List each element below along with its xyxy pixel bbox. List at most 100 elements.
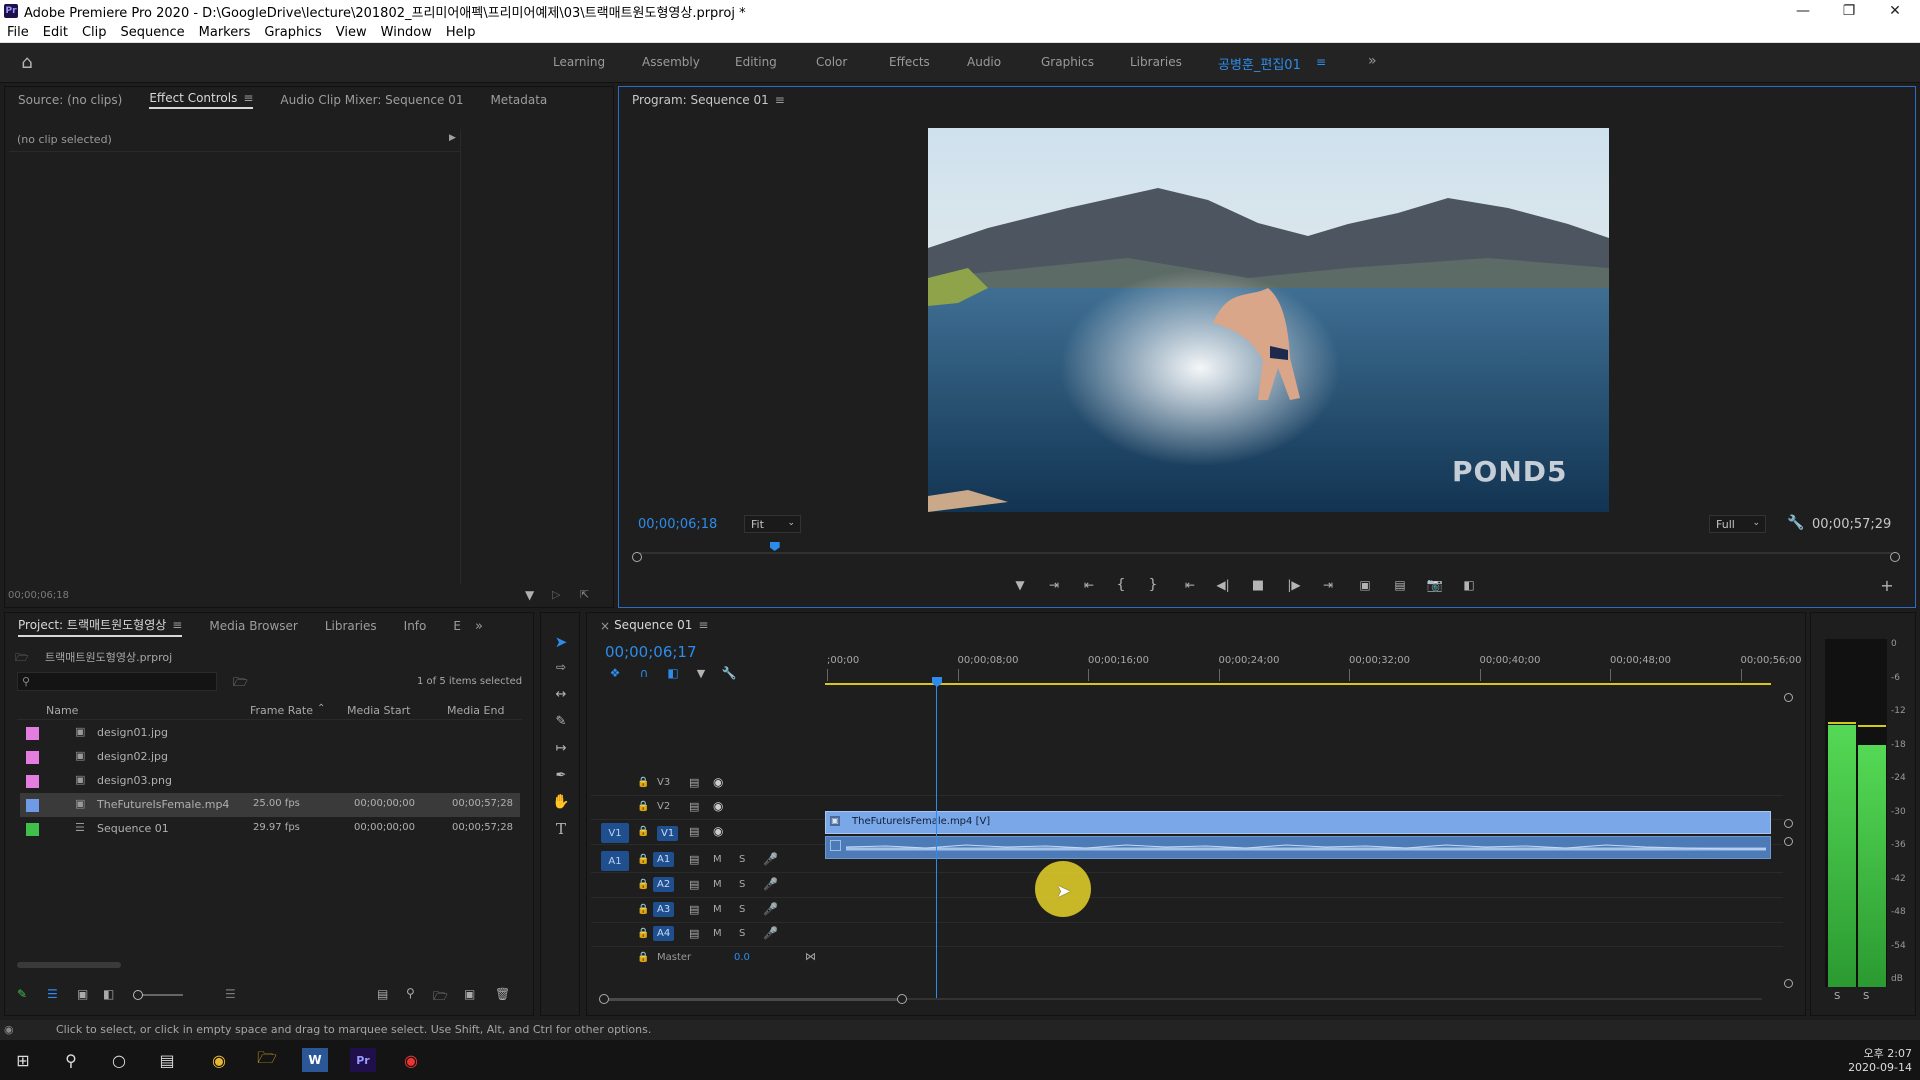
find-icon[interactable]: ⚲ (406, 986, 415, 1000)
more-workspaces-icon[interactable]: » (1368, 53, 1377, 69)
go-to-out-icon[interactable]: ⇥ (1317, 575, 1339, 595)
label-color-swatch[interactable] (26, 823, 39, 836)
track-name[interactable]: A4 (653, 926, 675, 941)
tab-sequence[interactable]: Sequence 01 ≡ (614, 618, 708, 634)
premiere-taskbar-icon[interactable]: Pr (350, 1048, 376, 1072)
audio-clip[interactable] (825, 836, 1771, 859)
eye-icon[interactable]: ◉ (713, 824, 723, 838)
project-item[interactable]: ▣ design03.png (20, 769, 520, 793)
mute-button[interactable]: M (713, 928, 722, 939)
restore-button[interactable]: ❐ (1826, 0, 1872, 22)
zoom-slider-handle[interactable] (133, 990, 143, 1000)
menu-view[interactable]: View (329, 25, 374, 40)
column-media-end[interactable]: Media End (447, 704, 504, 717)
project-panel-menu-icon[interactable]: ≡ (172, 618, 182, 632)
source-patch-v1[interactable]: V1 (601, 823, 629, 843)
pencil-icon[interactable]: ✎ (17, 987, 27, 1001)
freeform-view-icon[interactable]: ◧ (103, 987, 114, 1001)
lock-icon[interactable]: 🔒 (637, 904, 649, 915)
column-media-start[interactable]: Media Start (347, 704, 410, 717)
mute-button[interactable]: M (713, 854, 722, 865)
track-name[interactable]: A3 (653, 902, 675, 917)
audio-scroll-top-handle[interactable] (1784, 837, 1793, 846)
label-color-swatch[interactable] (26, 799, 39, 812)
lock-icon[interactable]: 🔒 (637, 854, 649, 865)
project-search-input[interactable]: ⚲ (17, 672, 217, 691)
workspace-editing[interactable]: Editing (735, 55, 777, 69)
column-frame-rate[interactable]: Frame Rate (250, 704, 313, 717)
audio-scroll-bottom-handle[interactable] (1784, 979, 1793, 988)
track-name[interactable]: A2 (653, 877, 675, 892)
menu-help[interactable]: Help (439, 25, 483, 40)
sync-lock-icon[interactable]: ▤ (689, 776, 699, 789)
solo-button[interactable]: S (739, 854, 745, 865)
solo-button[interactable]: S (739, 904, 745, 915)
sync-lock-icon[interactable]: ▤ (689, 800, 699, 813)
chrome-icon[interactable]: ◉ (206, 1048, 232, 1072)
nest-toggle-icon[interactable]: ❖ (605, 665, 625, 681)
type-tool-icon[interactable]: T (549, 818, 573, 840)
tab-effects-truncated[interactable]: E (453, 619, 461, 633)
lock-icon[interactable]: 🔒 (637, 826, 649, 837)
audio-track-a4[interactable]: 🔒 A4 ▤ M S 🎤 (591, 923, 1783, 947)
timeline-playhead-handle[interactable] (932, 677, 942, 687)
sync-lock-icon[interactable]: ▤ (689, 927, 699, 940)
tab-audio-clip-mixer[interactable]: Audio Clip Mixer: Sequence 01 (280, 93, 463, 107)
video-clip[interactable]: ▣ TheFutureIsFemale.mp4 [V] (825, 811, 1771, 834)
minimize-button[interactable]: — (1780, 0, 1826, 22)
tab-info[interactable]: Info (404, 619, 427, 633)
cortana-icon[interactable]: ○ (106, 1048, 132, 1072)
timeline-panel-menu-icon[interactable]: ≡ (698, 618, 708, 632)
tab-libraries[interactable]: Libraries (325, 619, 377, 633)
menu-edit[interactable]: Edit (36, 25, 75, 40)
home-icon[interactable]: ⌂ (16, 52, 38, 73)
microphone-icon[interactable]: 🎤 (763, 902, 778, 916)
tab-effect-controls[interactable]: Effect Controls ≡ (149, 91, 254, 109)
scrub-end-handle[interactable] (1890, 552, 1900, 562)
go-to-in-icon[interactable]: ⇤ (1179, 575, 1201, 595)
zoom-scroll-right-handle[interactable] (897, 994, 907, 1004)
lock-icon[interactable]: 🔒 (637, 879, 649, 890)
mark-in-icon[interactable]: { (1111, 575, 1131, 595)
go-to-in-marker-icon[interactable]: ⇥ (1042, 575, 1066, 595)
track-name[interactable]: V1 (657, 826, 679, 841)
label-color-swatch[interactable] (26, 775, 39, 788)
menu-sequence[interactable]: Sequence (114, 25, 192, 40)
automate-to-sequence-icon[interactable]: ▤ (377, 987, 388, 1001)
file-explorer-icon[interactable]: 🗁 (254, 1048, 280, 1072)
ripple-edit-tool-icon[interactable]: ↔ (549, 683, 573, 705)
time-ruler[interactable]: ;00;00 00;00;08;00 00;00;16;00 00;00;24;00 0… (825, 655, 1802, 685)
audio-track-a2[interactable]: 🔒 A2 ▤ M S 🎤 (591, 874, 1783, 898)
zoom-scroll-left-handle[interactable] (599, 994, 609, 1004)
hand-tool-icon[interactable]: ✋ (549, 791, 573, 813)
project-item[interactable]: ▣ TheFutureIsFemale.mp4 25.00 fps 00;00;00;… (20, 793, 520, 817)
meter-solo-right[interactable]: S (1863, 991, 1869, 1002)
mute-button[interactable]: M (713, 879, 722, 890)
program-panel-menu-icon[interactable]: ≡ (775, 93, 785, 107)
microphone-icon[interactable]: 🎤 (763, 877, 778, 891)
sync-lock-icon[interactable]: ▤ (689, 903, 699, 916)
lock-icon[interactable]: 🔒 (637, 801, 649, 812)
timeline-zoom-scroll-thumb[interactable] (605, 998, 905, 1001)
mark-out-icon[interactable]: } (1143, 575, 1163, 595)
record-icon[interactable]: ◉ (398, 1048, 424, 1072)
more-panels-icon[interactable]: » (475, 619, 483, 634)
tab-media-browser[interactable]: Media Browser (209, 619, 297, 633)
track-name[interactable]: V3 (657, 777, 670, 788)
menu-window[interactable]: Window (374, 25, 439, 40)
sort-ascending-icon[interactable]: ⌃ (317, 703, 325, 714)
razor-tool-icon[interactable]: ✎ (549, 710, 573, 732)
video-scroll-bottom-handle[interactable] (1784, 819, 1793, 828)
lock-icon[interactable]: 🔒 (637, 777, 649, 788)
workspace-audio[interactable]: Audio (967, 55, 1001, 69)
microphone-icon[interactable]: 🎤 (763, 852, 778, 866)
comparison-view-icon[interactable]: ◧ (1457, 575, 1481, 595)
workspace-active[interactable]: 공병훈_편집01 (1218, 54, 1301, 73)
microphone-icon[interactable]: 🎤 (763, 926, 778, 940)
wrench-icon[interactable]: 🔧 (1787, 515, 1804, 531)
stop-icon[interactable]: ■ (1247, 575, 1269, 595)
selection-tool-icon[interactable]: ➤ (549, 631, 573, 653)
scrub-start-handle[interactable] (632, 552, 642, 562)
label-color-swatch[interactable] (26, 751, 39, 764)
go-to-out-marker-icon[interactable]: ⇤ (1077, 575, 1101, 595)
